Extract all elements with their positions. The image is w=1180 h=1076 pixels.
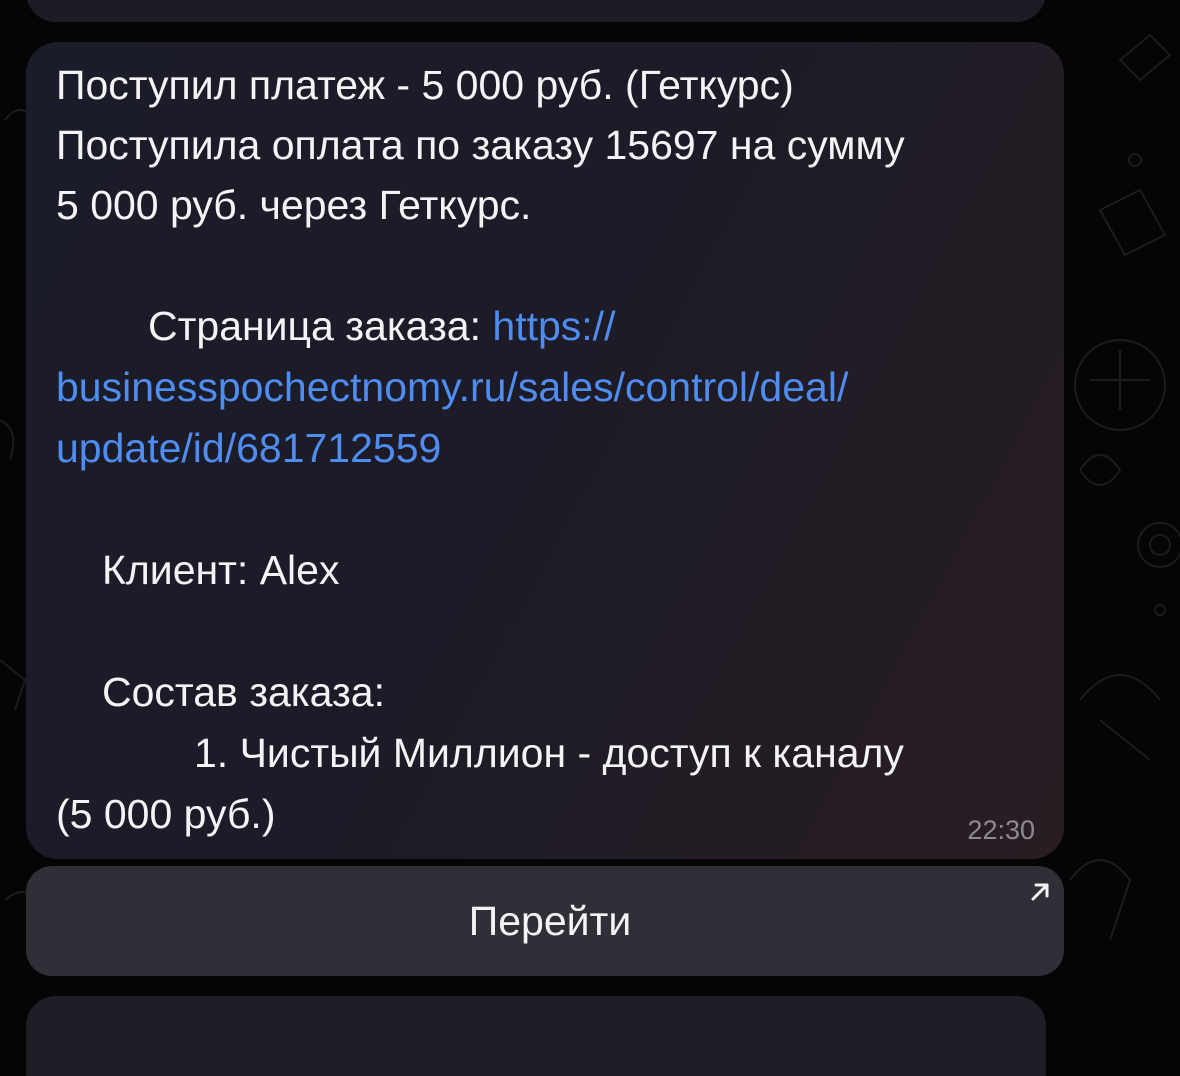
order-item-1: 1. Чистый Миллион - доступ к каналу (194, 730, 904, 776)
order-items-label: Состав заказа: (102, 669, 385, 715)
order-link-part-1[interactable]: https:// (492, 303, 615, 349)
order-item-1-price: (5 000 руб.) (56, 791, 276, 837)
payment-received-title: Поступил платеж - 5 000 руб. (Геткурс) (56, 62, 794, 108)
goto-button-label: Перейти (468, 897, 632, 944)
order-link-part-3[interactable]: update/id/681712559 (56, 424, 441, 472)
client-line: Клиент: Alex (102, 547, 340, 593)
goto-button[interactable]: Перейти (26, 866, 1064, 976)
order-page-row: Страница заказа: https:// (148, 302, 615, 350)
payment-amount-line: 5 000 руб. через Геткурс. (56, 182, 532, 228)
order-link-part-2[interactable]: businesspochectnomy.ru/sales/control/dea… (56, 363, 848, 411)
next-message-bubble (26, 996, 1046, 1076)
previous-message-bubble (26, 0, 1046, 22)
message-timestamp: 22:30 (967, 815, 1035, 845)
external-link-arrow-icon (1031, 883, 1049, 901)
order-page-label: Страница заказа: (148, 303, 481, 349)
payment-details-line: Поступила оплата по заказу 15697 на сумм… (56, 122, 905, 168)
